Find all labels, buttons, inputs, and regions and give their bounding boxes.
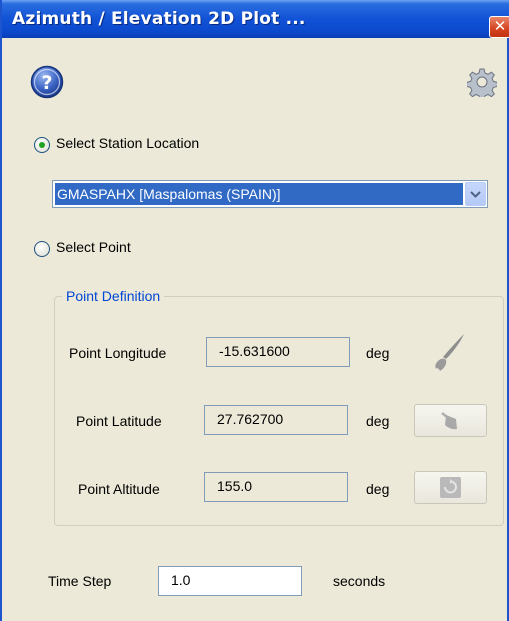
station-dropdown[interactable]: GMASPAHX [Maspalomas (SPAIN)] xyxy=(52,180,488,208)
altitude-label: Point Altitude xyxy=(78,481,160,497)
station-radio[interactable] xyxy=(34,137,50,153)
time-step-label: Time Step xyxy=(48,573,112,589)
title-bar[interactable]: Azimuth / Elevation 2D Plot ... ✕ xyxy=(2,0,509,38)
station-radio-label[interactable]: Select Station Location xyxy=(56,135,199,151)
longitude-unit: deg xyxy=(366,345,390,361)
broom-icon xyxy=(441,412,457,430)
latitude-unit: deg xyxy=(366,413,390,429)
gear-icon[interactable] xyxy=(467,67,497,97)
dialog-window: Azimuth / Elevation 2D Plot ... ✕ ? Sele… xyxy=(0,0,509,621)
brush-icon[interactable] xyxy=(430,331,470,375)
time-step-unit: seconds xyxy=(333,573,386,589)
latitude-label: Point Latitude xyxy=(76,413,162,429)
latitude-tool-button[interactable] xyxy=(414,404,487,437)
latitude-field[interactable]: 27.762700 xyxy=(204,405,348,435)
svg-text:?: ? xyxy=(41,72,52,94)
dropdown-arrow-button[interactable] xyxy=(465,182,486,206)
help-icon[interactable]: ? xyxy=(30,65,64,99)
altitude-unit: deg xyxy=(366,481,390,497)
point-radio-label[interactable]: Select Point xyxy=(56,239,131,255)
window-title: Azimuth / Elevation 2D Plot ... xyxy=(12,9,306,29)
point-definition-title: Point Definition xyxy=(62,288,165,304)
time-step-input[interactable]: 1.0 xyxy=(158,566,302,596)
close-icon: ✕ xyxy=(493,18,507,35)
station-dropdown-value: GMASPAHX [Maspalomas (SPAIN)] xyxy=(55,183,463,205)
longitude-label: Point Longitude xyxy=(69,345,167,361)
point-radio[interactable] xyxy=(34,241,50,257)
chevron-down-icon xyxy=(470,191,481,198)
close-button[interactable]: ✕ xyxy=(489,16,509,38)
longitude-field[interactable]: -15.631600 xyxy=(206,337,350,367)
altitude-tool-button[interactable] xyxy=(414,471,487,504)
radio-selected-dot xyxy=(39,142,45,148)
reset-icon xyxy=(440,477,461,498)
altitude-field[interactable]: 155.0 xyxy=(204,472,348,502)
